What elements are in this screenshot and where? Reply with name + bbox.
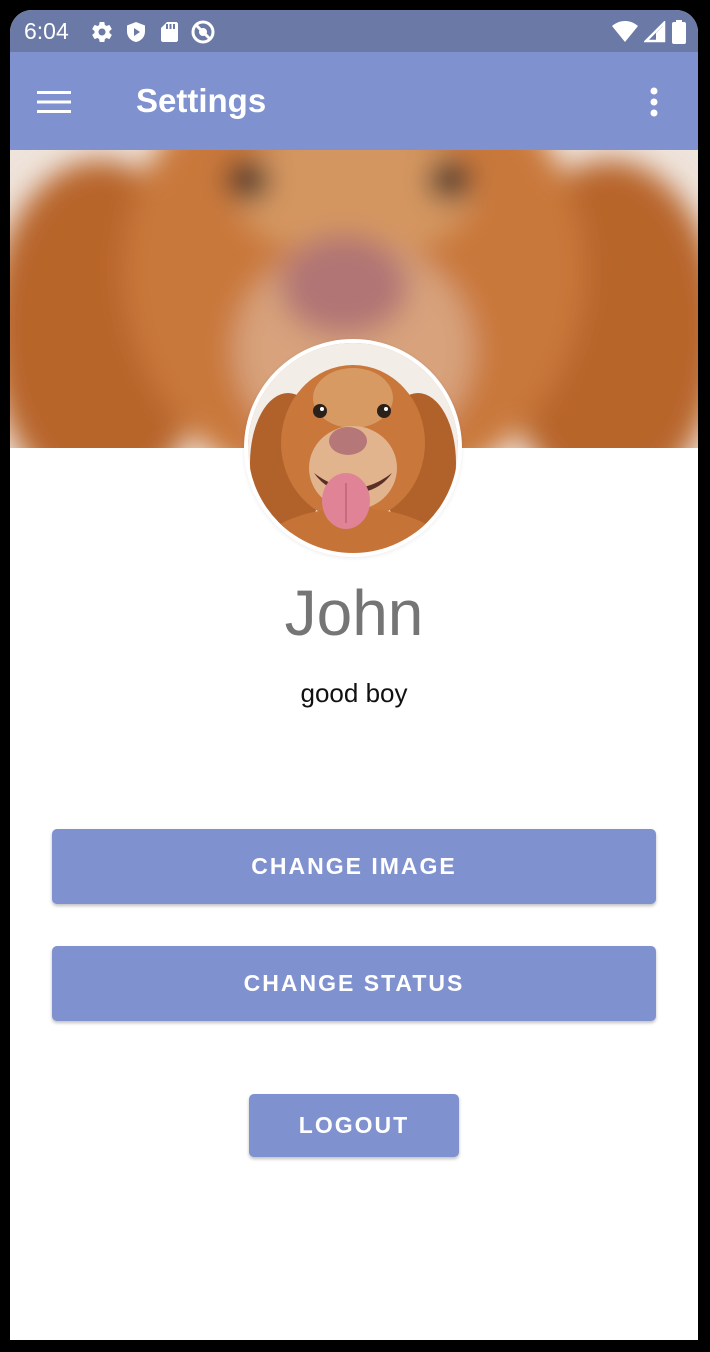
- status-notification-icons: [90, 19, 216, 45]
- more-vert-icon[interactable]: [632, 80, 676, 124]
- page-title: Settings: [136, 82, 267, 119]
- app-bar: Settings: [10, 52, 698, 150]
- wifi-icon: [612, 21, 638, 43]
- no-disturb-icon: [190, 19, 216, 45]
- change-status-button[interactable]: CHANGE STATUS: [52, 946, 656, 1021]
- sd-card-icon: [158, 20, 180, 44]
- phone-screen: 6:04 Settings John good boy CHANGE IMAGE…: [10, 10, 698, 1340]
- profile-status: good boy: [300, 678, 408, 708]
- logout-button[interactable]: LOGOUT: [249, 1094, 459, 1157]
- status-bar: 6:04: [10, 10, 698, 52]
- play-shield-icon: [124, 20, 148, 44]
- profile-name: John: [284, 577, 424, 649]
- status-time: 6:04: [24, 18, 69, 44]
- signal-icon: [644, 21, 666, 43]
- status-system-icons: [612, 20, 686, 44]
- settings-gear-icon: [90, 20, 114, 44]
- hamburger-menu-icon[interactable]: [32, 80, 76, 124]
- battery-icon: [672, 20, 686, 44]
- change-image-button[interactable]: CHANGE IMAGE: [52, 829, 656, 904]
- avatar[interactable]: [248, 343, 458, 553]
